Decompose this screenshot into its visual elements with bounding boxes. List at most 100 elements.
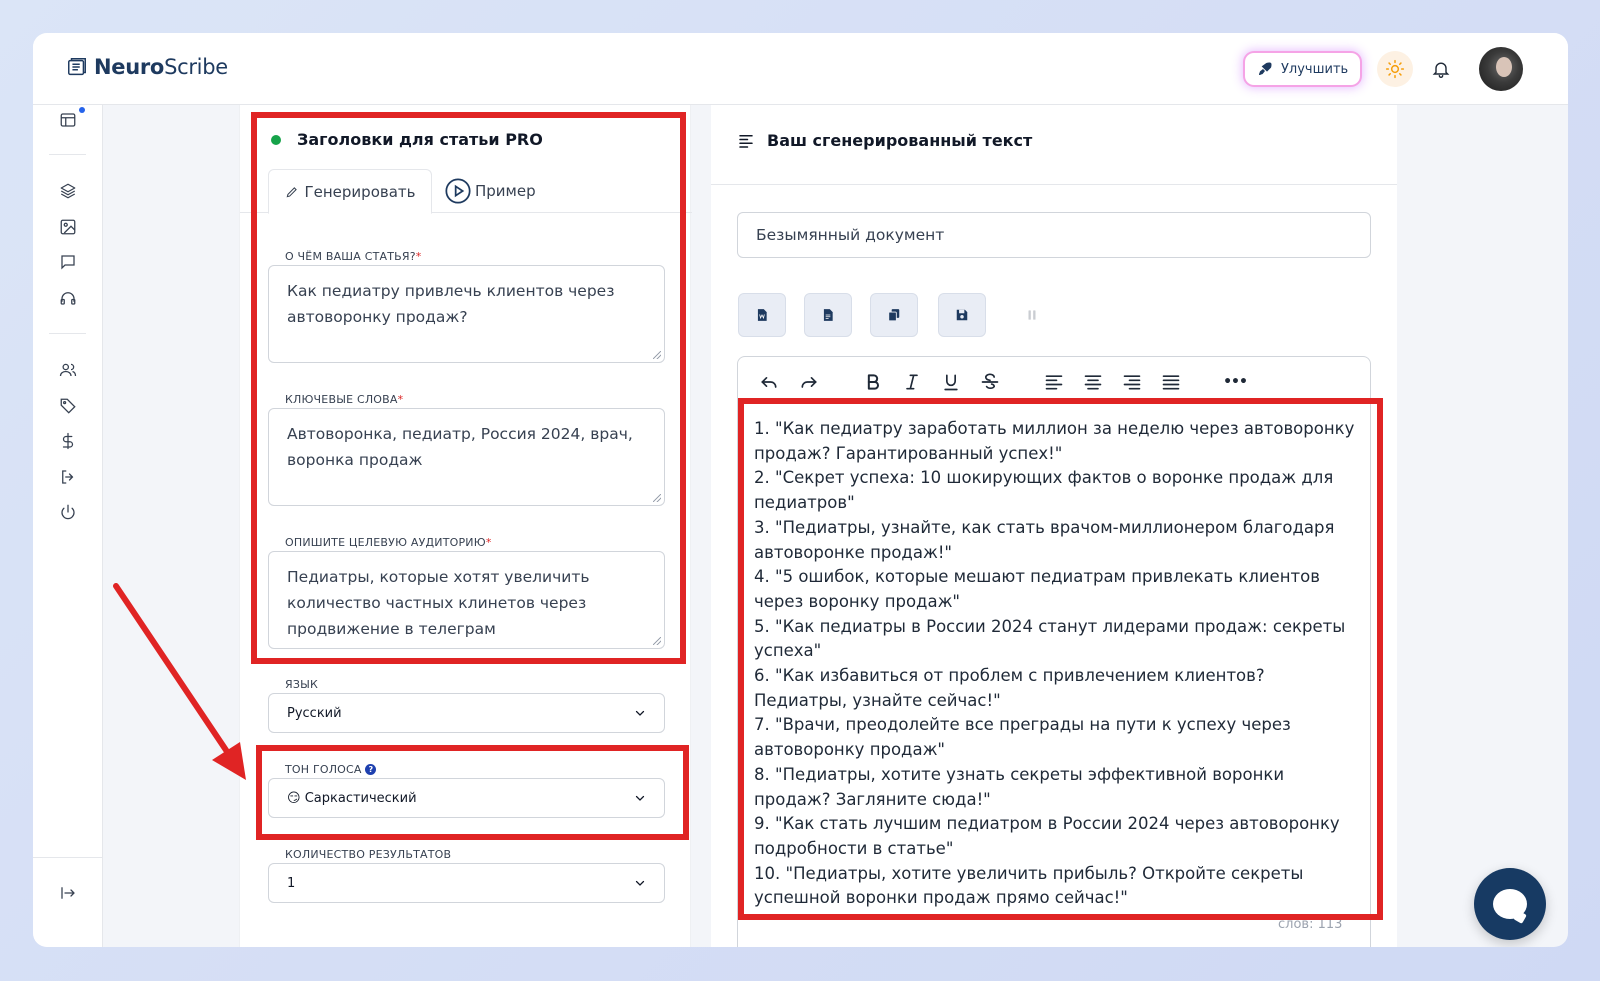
form-panel: Заголовки для статьи PRO Генерировать Пр… <box>239 105 692 947</box>
bold-button[interactable] <box>860 369 886 395</box>
export-word-button[interactable] <box>738 293 786 337</box>
generated-text[interactable]: 1. "Как педиатру заработать миллион за н… <box>754 417 1358 911</box>
count-select[interactable]: 1 <box>268 863 665 903</box>
expand-icon <box>61 887 75 899</box>
align-left-button[interactable] <box>1041 369 1067 395</box>
notification-dot <box>79 107 85 113</box>
document-icon <box>823 309 833 321</box>
align-justify-button[interactable] <box>1158 369 1184 395</box>
sidebar-item-logout[interactable] <box>57 466 79 488</box>
align-center-button[interactable] <box>1080 369 1106 395</box>
help-icon[interactable]: ? <box>365 764 377 775</box>
italic-icon <box>906 374 918 390</box>
export-text-button[interactable] <box>804 293 852 337</box>
dollar-icon <box>62 432 74 450</box>
generated-line: 9. "Как стать лучшим педиатром в России … <box>754 814 1340 858</box>
align-right-button[interactable] <box>1119 369 1145 395</box>
save-button[interactable] <box>938 293 986 337</box>
redo-button[interactable] <box>796 369 822 395</box>
align-right-icon <box>1123 375 1141 390</box>
pause-icon <box>1028 310 1036 320</box>
audience-label: ОПИШИТЕ ЦЕЛЕВУЮ АУДИТОРИЮ* <box>285 536 492 549</box>
play-circle-icon <box>445 178 471 204</box>
logo[interactable]: NeuroScribe <box>66 55 228 79</box>
sidebar-item-tags[interactable] <box>57 395 79 417</box>
pause-button[interactable] <box>1008 293 1056 337</box>
align-justify-icon <box>1162 375 1180 390</box>
sidebar-item-templates[interactable] <box>57 180 79 202</box>
tone-emoji: 😏 <box>287 790 301 806</box>
sidebar-item-billing[interactable] <box>57 430 79 452</box>
word-count: слов: 113 <box>1278 917 1343 932</box>
generated-line: 3. "Педиатры, узнайте, как стать врачом-… <box>754 517 1335 562</box>
more-options-button[interactable]: ••• <box>1222 369 1248 395</box>
topic-input[interactable]: Как педиатру привлечь клиентов через авт… <box>268 265 665 363</box>
audience-input[interactable]: Педиатры, которые хотят увеличить количе… <box>268 551 665 649</box>
status-dot <box>271 134 281 145</box>
sidebar-item-chat[interactable] <box>57 251 79 273</box>
image-icon <box>60 219 76 235</box>
app-window: NeuroScribe Улучшить Заголовки для стать… <box>33 33 1568 947</box>
top-bar: NeuroScribe Улучшить <box>33 33 1568 105</box>
generated-line: 10. "Педиатры, хотите увеличить прибыль?… <box>754 863 1304 908</box>
undo-button[interactable] <box>756 369 782 395</box>
generated-line: 8. "Педиатры, хотите узнать секреты эффе… <box>754 764 1285 809</box>
underline-icon <box>944 374 958 391</box>
expand-sidebar-button[interactable] <box>57 882 79 904</box>
language-select[interactable]: Русский <box>268 693 665 733</box>
sidebar-item-dashboard[interactable] <box>57 109 79 131</box>
sidebar-item-images[interactable] <box>57 216 79 238</box>
sidebar-footer <box>33 857 103 947</box>
support-chat-button[interactable] <box>1474 868 1546 940</box>
bold-icon <box>867 374 879 390</box>
text-editor[interactable]: ••• 1. "Как педиатру заработать миллион … <box>737 356 1371 947</box>
upgrade-label: Улучшить <box>1281 61 1349 77</box>
tab-example[interactable]: Пример <box>444 173 536 209</box>
sidebar-item-audio[interactable] <box>57 287 79 309</box>
resize-handle[interactable] <box>653 637 661 645</box>
generated-line: 4. "5 ошибок, которые мешают педиатрам п… <box>754 567 1320 611</box>
theme-toggle[interactable] <box>1377 51 1413 87</box>
user-avatar[interactable] <box>1479 47 1523 91</box>
logo-icon <box>68 58 86 76</box>
underline-button[interactable] <box>938 369 964 395</box>
upgrade-button[interactable]: Улучшить <box>1245 53 1361 85</box>
document-name-input[interactable]: Безымянный документ <box>737 212 1371 258</box>
topic-label: О ЧЁМ ВАША СТАТЬЯ?* <box>285 250 422 263</box>
tab-generate[interactable]: Генерировать <box>268 169 432 214</box>
sidebar <box>33 105 103 947</box>
strikethrough-button[interactable] <box>977 369 1003 395</box>
copy-button[interactable] <box>870 293 918 337</box>
rocket-icon <box>1259 62 1272 75</box>
tone-select[interactable]: 😏 Саркастический <box>268 778 665 818</box>
sun-icon <box>1385 59 1405 79</box>
italic-button[interactable] <box>899 369 925 395</box>
notifications-button[interactable] <box>1427 55 1455 83</box>
table-icon <box>60 113 76 127</box>
word-file-icon <box>757 309 767 321</box>
resize-handle[interactable] <box>653 351 661 359</box>
tone-label: ТОН ГОЛОСА ? <box>285 763 377 776</box>
language-label: ЯЗЫК <box>285 678 319 691</box>
avatar-face <box>1496 57 1512 77</box>
undo-icon <box>761 377 777 388</box>
chevron-down-icon <box>635 710 645 716</box>
save-icon <box>956 309 968 321</box>
logout-icon <box>62 470 74 484</box>
keywords-input[interactable]: Автоворонка, педиатр, Россия 2024, врач,… <box>268 408 665 506</box>
pencil-icon <box>286 186 297 197</box>
sidebar-item-users[interactable] <box>57 359 79 381</box>
resize-handle[interactable] <box>653 494 661 502</box>
result-title: Ваш сгенерированный текст <box>737 131 1032 150</box>
generated-line: 1. "Как педиатру заработать миллион за н… <box>754 419 1355 463</box>
chevron-down-icon <box>635 880 645 886</box>
sidebar-divider <box>49 154 86 155</box>
tag-icon <box>60 398 76 414</box>
generated-line: 5. "Как педиатры в России 2024 станут ли… <box>754 616 1346 661</box>
layers-icon <box>60 183 76 199</box>
align-left-icon <box>739 134 753 148</box>
sidebar-item-power[interactable] <box>57 501 79 523</box>
headphones-icon <box>60 292 76 305</box>
copy-icon <box>888 309 900 322</box>
count-label: КОЛИЧЕСТВО РЕЗУЛЬТАТОВ <box>285 848 452 861</box>
